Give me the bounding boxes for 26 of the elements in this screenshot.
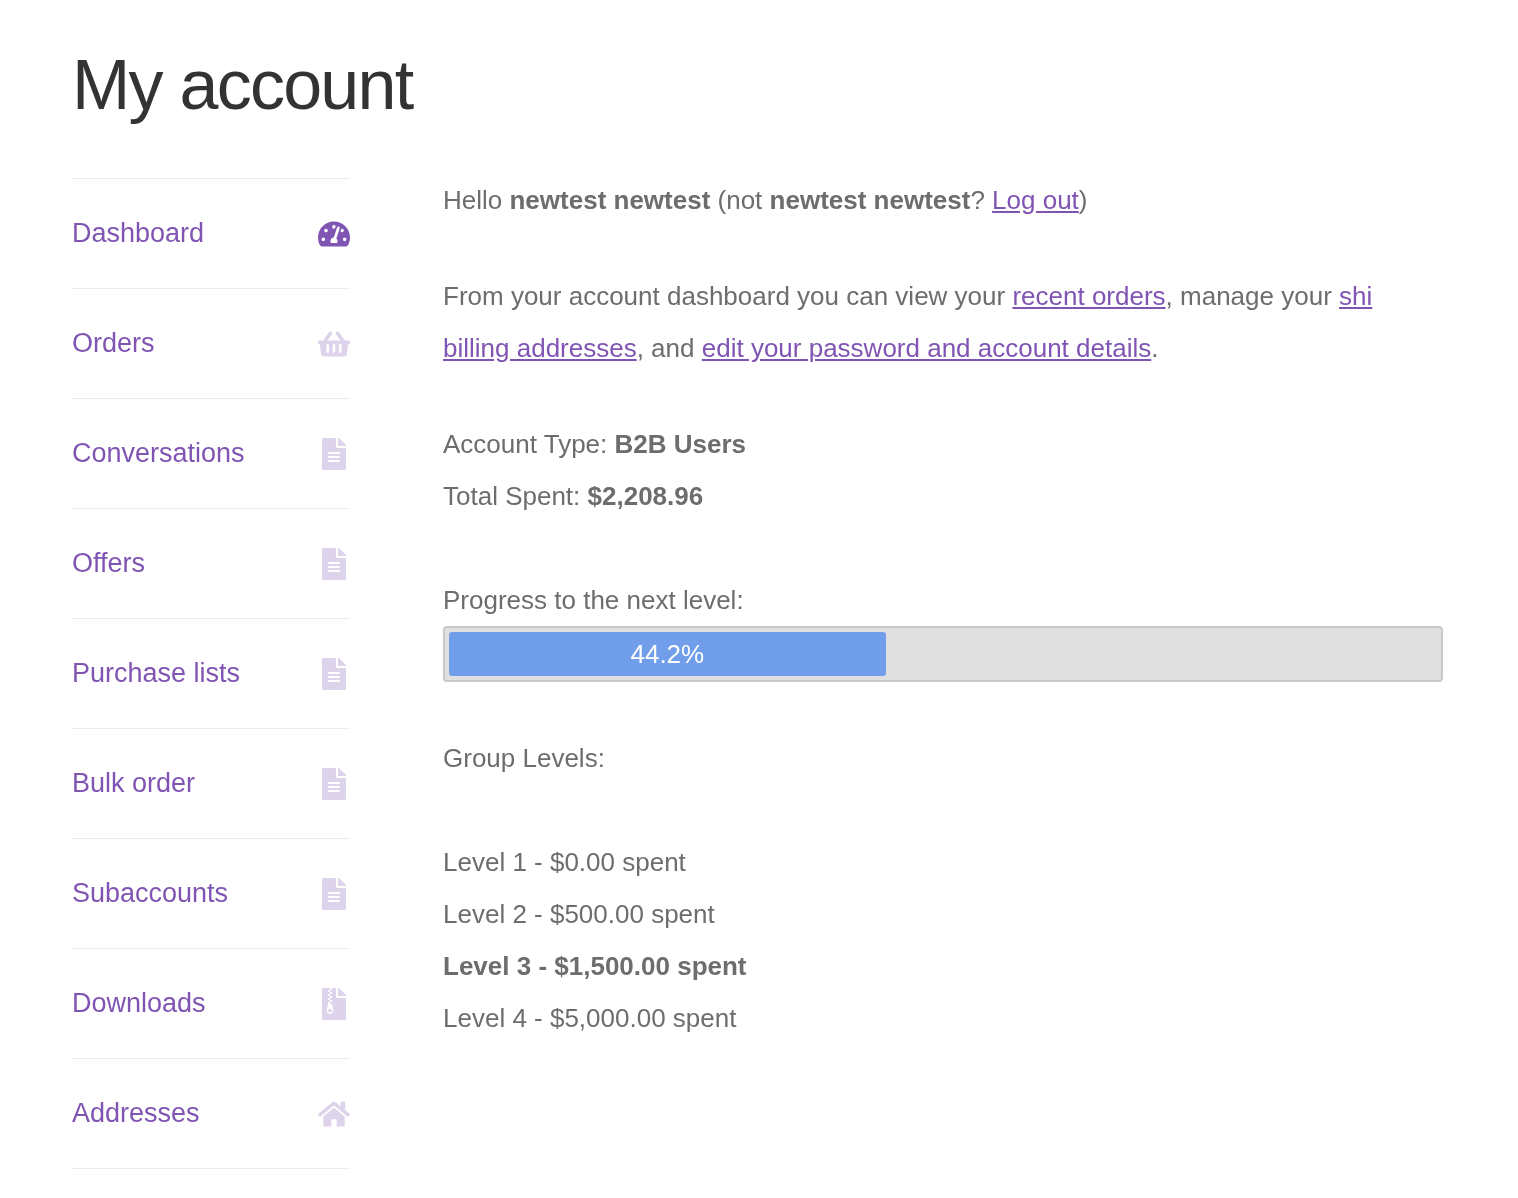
group-levels-heading: Group Levels: (443, 742, 606, 775)
text-link[interactable]: recent orders (1012, 281, 1166, 311)
greeting-text: Hello newtest newtest (not newtest newtest? Log out) (443, 184, 1089, 217)
text-link[interactable]: shi (1339, 281, 1373, 311)
nav-item[interactable]: Addresses (72, 1059, 350, 1169)
level-text: Level 3 - $1,500.00 spent (443, 950, 748, 983)
level-text: Level 1 - $0.00 spent (443, 846, 687, 879)
level-text: Level 4 - $5,000.00 spent (443, 1002, 738, 1035)
nav-item[interactable]: Subaccounts (72, 839, 350, 949)
nav-item[interactable]: Downloads (72, 949, 350, 1059)
nav-item[interactable]: Orders (72, 289, 350, 399)
nav-item[interactable]: Offers (72, 509, 350, 619)
text-link[interactable]: billing addresses (443, 333, 637, 363)
page-title: My account (72, 45, 415, 126)
progress-label: Progress to the next level: (443, 584, 745, 617)
total-spent-text: Total Spent: $2,208.96 (443, 480, 705, 513)
nav-item[interactable]: Purchase lists (72, 619, 350, 729)
nav-item[interactable]: Dashboard (72, 179, 350, 289)
text-link[interactable]: edit your password and account details (701, 333, 1152, 363)
progress-percent: 44.2% (630, 641, 705, 667)
account-type-text: Account Type: B2B Users (443, 428, 748, 461)
log-out-link[interactable]: Log out (992, 185, 1079, 215)
nav-item[interactable]: Bulk order (72, 729, 350, 839)
level-text: Level 2 - $500.00 spent (443, 898, 716, 931)
intro-paragraph: From your account dashboard you can view your recent orders, manage your shi billing addresses, and edit your password and account details. (443, 280, 1374, 365)
nav-item[interactable]: Conversations (72, 399, 350, 509)
